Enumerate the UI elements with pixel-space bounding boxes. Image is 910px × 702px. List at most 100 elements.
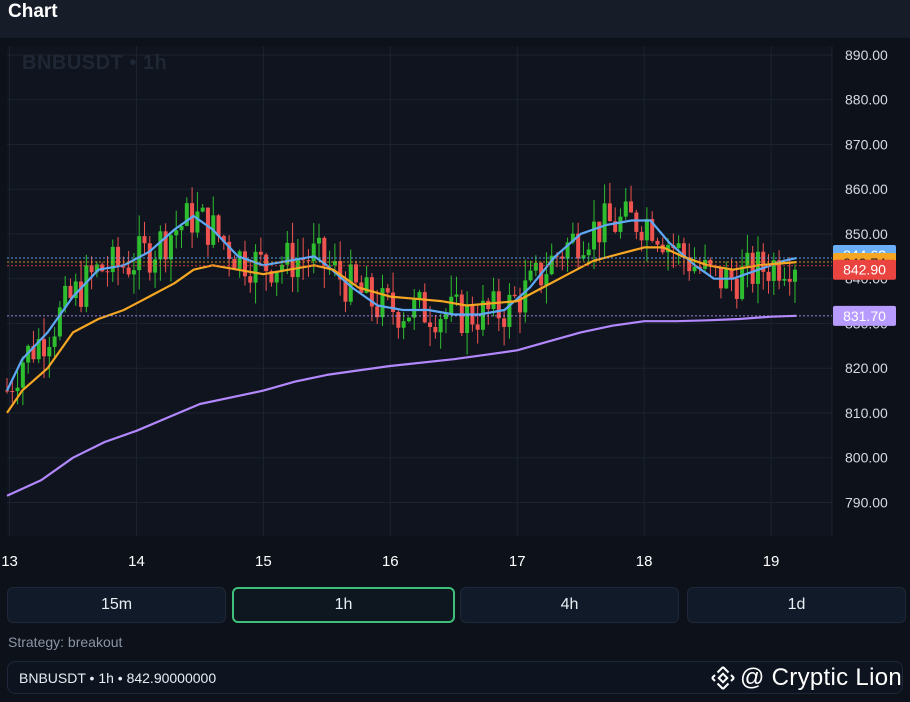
x-tick-label: 14 (128, 553, 145, 570)
candle-body (396, 311, 401, 328)
candle-body (496, 291, 501, 319)
candle-body (174, 230, 179, 236)
candle-body (52, 336, 57, 347)
candle-body (42, 339, 47, 357)
y-tick-label: 850.00 (845, 226, 888, 242)
candle-body (317, 237, 322, 244)
candle-body (248, 276, 253, 283)
candle-body (306, 260, 311, 262)
candle-body (232, 258, 237, 269)
candle-body (264, 254, 269, 272)
x-tick-label: 19 (763, 553, 780, 570)
candle-body (428, 322, 433, 327)
candle-body (15, 387, 20, 392)
candle-body (634, 212, 639, 232)
candle-body (618, 216, 623, 232)
binance-logo-icon (711, 666, 735, 690)
candle-body (676, 243, 681, 249)
candle-body (766, 271, 771, 281)
timeframe-1d-button[interactable]: 1d (687, 587, 906, 623)
candle-body (629, 201, 634, 213)
candle-body (385, 288, 390, 293)
candle-body (406, 317, 411, 322)
candle-body (242, 251, 247, 277)
candle-body (412, 299, 417, 318)
candle-body (734, 278, 739, 299)
brand-text: @ Cryptic Lion (740, 664, 902, 691)
candle-body (502, 318, 507, 327)
price-chart[interactable]: 890.00880.00870.00860.00850.00840.00830.… (0, 38, 910, 576)
candle-body (586, 249, 591, 256)
price-tag-label: 831.70 (843, 308, 886, 324)
candle-body (454, 294, 459, 297)
candle-body (137, 236, 142, 271)
app-title: Chart (8, 1, 58, 22)
candle-body (168, 235, 173, 260)
timeframe-15m-button[interactable]: 15m (7, 587, 226, 623)
candle-body (655, 240, 660, 245)
y-tick-label: 880.00 (845, 92, 888, 108)
candle-body (158, 231, 163, 260)
candle-body (602, 203, 607, 243)
x-tick-label: 18 (636, 553, 653, 570)
candle-body (89, 265, 94, 273)
candle-body (274, 271, 279, 283)
candle-body (433, 326, 438, 333)
candle-body (20, 362, 25, 388)
candle-body (5, 390, 9, 392)
candle-body (380, 288, 385, 318)
candle-body (449, 296, 454, 314)
candle-body (200, 207, 205, 212)
brand-watermark: @ Cryptic Lion (710, 663, 902, 693)
candle-body (787, 278, 792, 282)
candle-body (597, 221, 602, 243)
y-tick-label: 800.00 (845, 450, 888, 466)
candle-body (623, 201, 628, 217)
price-tag-label: 842.90 (843, 262, 886, 278)
candle-body (750, 252, 755, 284)
y-tick-label: 790.00 (845, 494, 888, 510)
candle-body (755, 251, 760, 284)
candle-body (401, 321, 406, 328)
symbol-watermark: BNBUSDT • 1h (22, 52, 168, 74)
candle-body (258, 251, 263, 255)
y-tick-label: 870.00 (845, 136, 888, 152)
candle-body (533, 262, 538, 271)
candle-body (639, 231, 644, 241)
x-tick-label: 16 (382, 553, 399, 570)
strategy-label: Strategy: breakout (8, 634, 123, 650)
x-tick-label: 15 (255, 553, 272, 570)
timeframe-1h-button[interactable]: 1h (232, 587, 455, 623)
candle-body (131, 270, 136, 275)
candle-body (47, 346, 52, 357)
candle-body (195, 211, 200, 233)
candle-body (491, 291, 496, 310)
y-tick-label: 890.00 (845, 47, 888, 63)
candle-body (438, 319, 443, 333)
candle-body (10, 390, 15, 392)
candle-body (253, 251, 258, 283)
candle-body (68, 285, 73, 299)
candle-body (740, 266, 745, 299)
candle-body (745, 252, 750, 267)
candle-body (142, 236, 147, 244)
candle-body (422, 292, 427, 323)
timeframe-4h-button[interactable]: 4h (460, 587, 679, 623)
candle-body (354, 264, 359, 283)
candle-body (528, 270, 533, 281)
candle-body (792, 269, 797, 282)
candle-body (84, 265, 89, 307)
chart-area[interactable]: 890.00880.00870.00860.00850.00840.00830.… (0, 38, 910, 576)
candle-body (782, 278, 787, 281)
candle-body (105, 271, 110, 273)
candle-body (607, 203, 612, 222)
x-tick-label: 17 (509, 553, 526, 570)
candle-body (592, 221, 597, 250)
candle-body (512, 294, 517, 297)
y-tick-label: 860.00 (845, 181, 888, 197)
timeframe-bar: 15m 1h 4h 1d (0, 584, 910, 626)
candle-body (126, 267, 131, 275)
candle-body (116, 246, 121, 267)
candle-body (475, 324, 480, 330)
y-tick-label: 810.00 (845, 405, 888, 421)
